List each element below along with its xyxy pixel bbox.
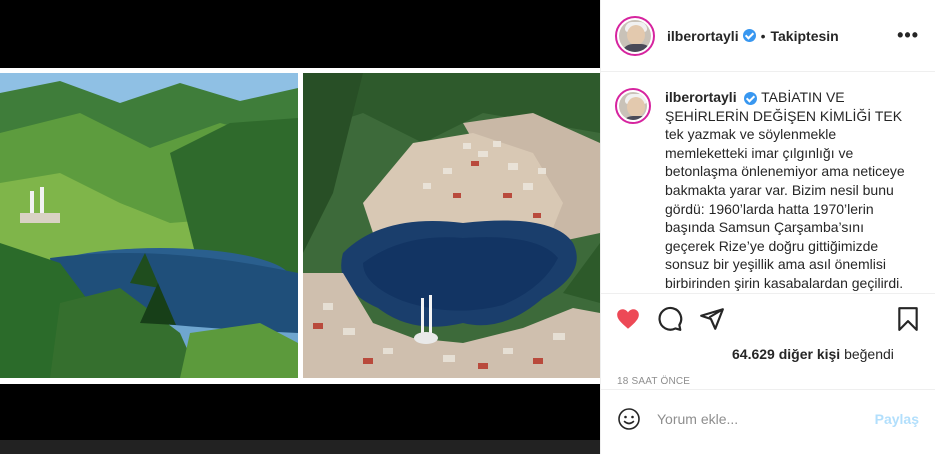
caption-section: ilberortayli TABİATIN VE ŞEHİRLERİN DEĞİ… xyxy=(601,72,935,294)
more-options-icon[interactable]: ••• xyxy=(897,25,919,46)
post-comment-button[interactable]: Paylaş xyxy=(875,411,919,427)
likes-suffix-bold: diğer kişi xyxy=(778,346,841,362)
share-icon[interactable] xyxy=(699,306,725,332)
photo-after xyxy=(303,73,600,378)
caption-text: ilberortayli TABİATIN VE ŞEHİRLERİN DEĞİ… xyxy=(665,88,915,293)
comment-box: Paylaş xyxy=(601,390,935,448)
photo-before xyxy=(0,73,298,378)
post-panel: ilberortayli • Takiptesin ••• ilberortay… xyxy=(600,0,935,454)
verified-badge-icon xyxy=(744,91,758,105)
image-strip xyxy=(0,440,600,454)
follow-button[interactable]: Takiptesin xyxy=(771,28,839,44)
caption-body: TEK tek yazmak ve söylenmekle memlekette… xyxy=(665,107,905,291)
caption-avatar[interactable] xyxy=(615,88,651,124)
likes-count[interactable]: 64.629 diğer kişi beğendi xyxy=(601,344,935,364)
action-bar xyxy=(601,294,935,344)
likes-number: 64.629 xyxy=(732,346,775,362)
bookmark-icon[interactable] xyxy=(895,306,921,332)
post-header: ilberortayli • Takiptesin ••• xyxy=(601,0,935,72)
verified-badge-icon xyxy=(742,29,756,42)
comment-icon[interactable] xyxy=(657,306,683,332)
comment-input[interactable] xyxy=(657,411,875,427)
emoji-icon[interactable] xyxy=(617,407,641,431)
likes-suffix: beğendi xyxy=(840,346,894,362)
post-username[interactable]: ilberortayli xyxy=(667,28,739,44)
heart-icon[interactable] xyxy=(615,306,641,332)
separator-dot: • xyxy=(760,27,766,44)
avatar[interactable] xyxy=(615,15,655,56)
post-image[interactable] xyxy=(0,0,600,454)
post-timestamp[interactable]: 18 SAAT ÖNCE xyxy=(601,364,935,390)
caption-username[interactable]: ilberortayli xyxy=(665,89,737,105)
